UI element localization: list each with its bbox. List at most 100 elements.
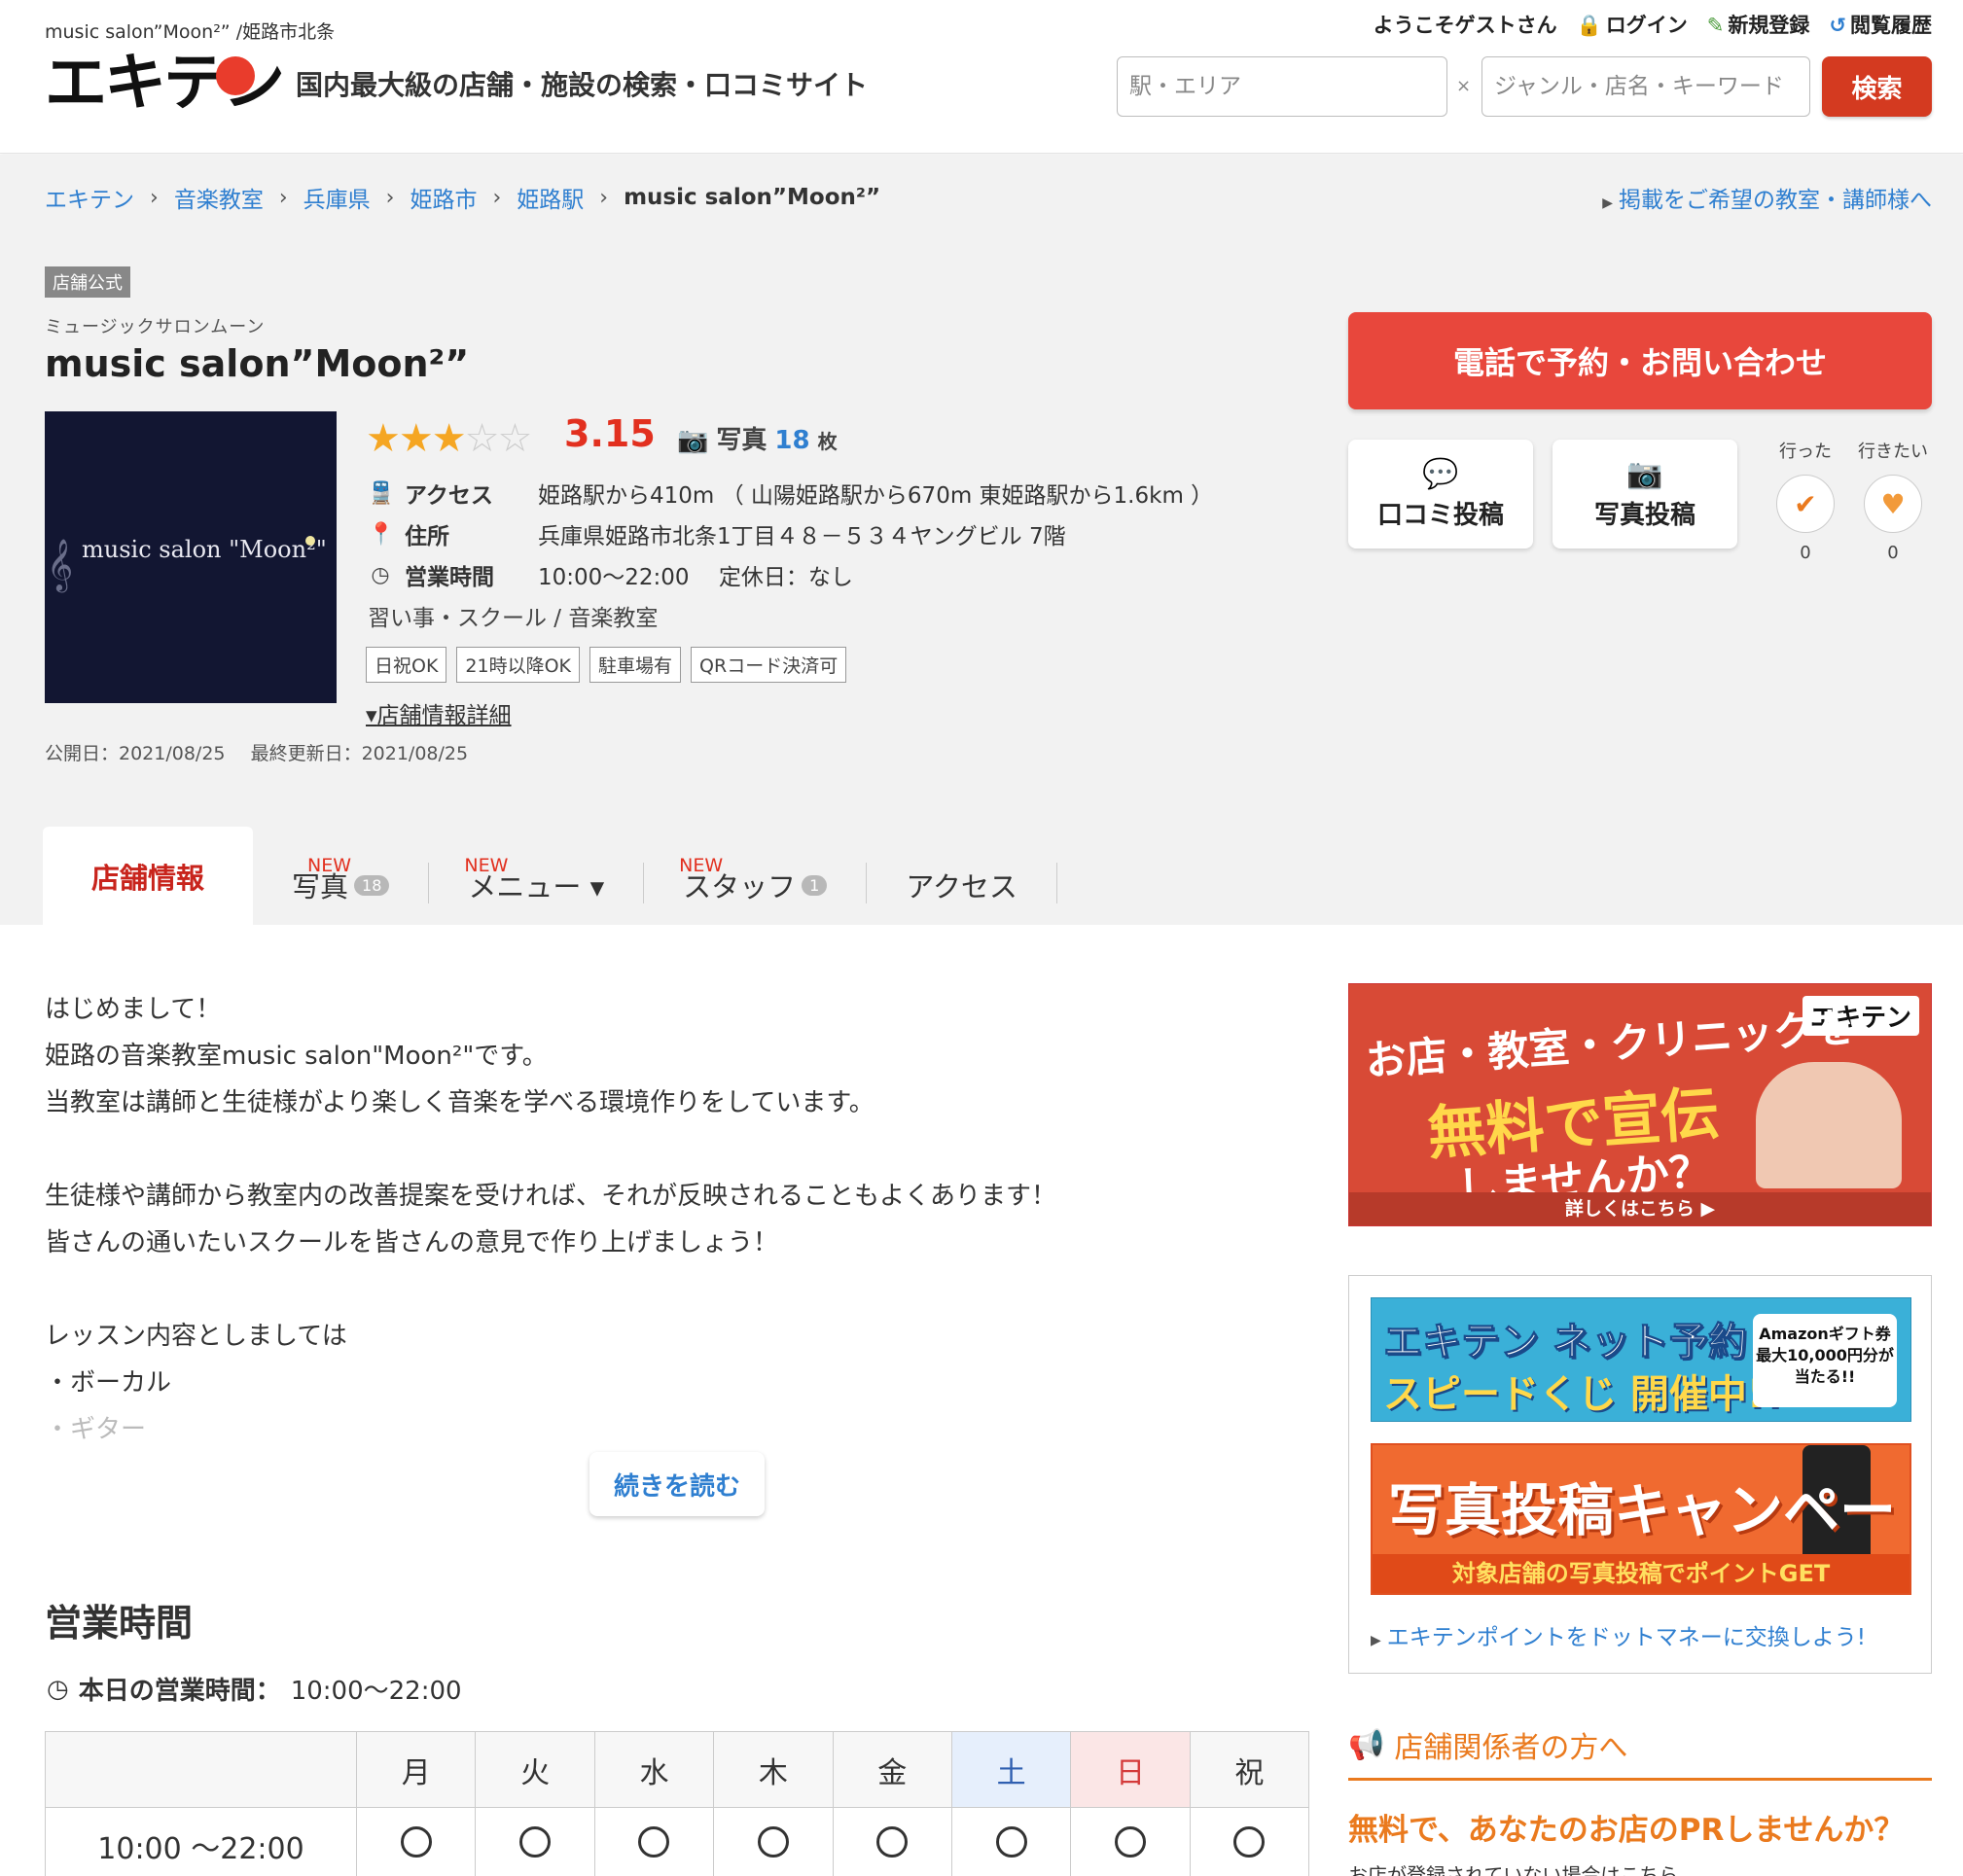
- day-header: 木: [713, 1731, 834, 1808]
- photo-count[interactable]: 📷 写真 18 枚: [677, 420, 838, 456]
- clock-icon: ◷: [371, 562, 390, 587]
- caret-down-icon: ▾: [366, 703, 377, 728]
- feature-tag: 21時以降OK: [456, 647, 581, 683]
- heart-icon[interactable]: ♥: [1864, 475, 1922, 533]
- tab-menu[interactable]: NEW メニュー ▾: [429, 845, 643, 925]
- shop-name-kana: ミュージックサロンムーン: [45, 317, 266, 337]
- star-filled-icon: ★: [366, 416, 401, 461]
- shop-tabs: 店舗情報 NEW 写真 18 NEW メニュー ▾ NEW スタッフ 1 アクセス: [43, 827, 1057, 925]
- shop-detail-toggle[interactable]: ▾店舗情報詳細: [366, 696, 512, 729]
- shop-image-text: music salon "Moon²": [82, 536, 327, 563]
- official-badge: 店舗公式: [45, 266, 130, 298]
- hours-value: 10:00〜22:00 定休日：なし: [538, 565, 853, 590]
- tab-photos[interactable]: NEW 写真 18: [253, 845, 428, 925]
- breadcrumb-link[interactable]: エキテン: [45, 181, 134, 214]
- search-button[interactable]: 検索: [1822, 56, 1932, 117]
- open-circle-icon: [876, 1825, 909, 1858]
- address-value: 兵庫県姫路市北条1丁目４８－５３４ヤングビル 7階: [538, 524, 1066, 549]
- shop-category: 習い事・スクール / 音楽教室: [368, 606, 659, 631]
- history-link[interactable]: ↺ 閲覧履歴: [1829, 10, 1932, 39]
- open-circle-icon: [757, 1825, 789, 1858]
- went-toggle[interactable]: 行った ✔ 0: [1767, 438, 1844, 563]
- open-circle-icon: [1233, 1825, 1266, 1858]
- call-reservation-button[interactable]: 電話で予約・お問い合わせ: [1348, 312, 1932, 409]
- want-count: 0: [1887, 543, 1899, 563]
- breadcrumb-link[interactable]: 音楽教室: [174, 181, 264, 214]
- hours-section-title: 営業時間: [45, 1602, 194, 1645]
- site-header: music salon”Moon²” /姫路市北条 エキテン 国内最大級の店舗・…: [0, 0, 1963, 154]
- hours-row: ◷ 営業時間 10:00〜22:00 定休日：なし: [368, 558, 853, 591]
- rating-stars: ★★★☆☆: [366, 416, 532, 461]
- open-circle-icon: [638, 1825, 670, 1858]
- breadcrumb-link[interactable]: 姫路駅: [517, 181, 584, 214]
- feature-tag: 日祝OK: [366, 647, 447, 683]
- photo-count-number: 18: [774, 426, 810, 455]
- net-reservation-lottery-banner[interactable]: エキテン ネット予約 スピードくじ 開催中!! Amazonギフト券 最大10,…: [1371, 1297, 1911, 1422]
- day-header: 土: [950, 1731, 1072, 1808]
- read-more-button[interactable]: 続きを読む: [589, 1452, 765, 1516]
- owners-note[interactable]: お店が登録されていない場合はこちら: [1348, 1859, 1678, 1876]
- map-pin-icon: 📍: [368, 521, 395, 547]
- moon-icon: [305, 536, 315, 546]
- table-row: 10:00 〜22:00: [45, 1807, 1310, 1876]
- day-header: 祝: [1189, 1731, 1310, 1808]
- shop-intro: はじめまして！ 姫路の音楽教室music salon"Moon²"です。 当教室…: [45, 995, 1057, 1444]
- feature-tag: QRコード決済可: [691, 647, 847, 683]
- shop-image[interactable]: 𝄞 music salon "Moon²": [45, 411, 337, 703]
- checkmark-icon[interactable]: ✔: [1776, 475, 1835, 533]
- site-tagline: 国内最大級の店舗・施設の検索・口コミサイト: [296, 69, 869, 101]
- point-exchange-link[interactable]: ▶ エキテンポイントをドットマネーに交換しよう!: [1371, 1618, 1866, 1651]
- feature-tag: 駐車場有: [589, 647, 682, 683]
- star-filled-icon: ★: [431, 416, 467, 461]
- listing-request-link[interactable]: ▶ 掲載をご希望の教室・講師様へ: [1602, 181, 1932, 214]
- post-review-button[interactable]: 💬 口コミ投稿: [1348, 440, 1533, 549]
- day-header: 月: [355, 1731, 477, 1808]
- star-empty-icon: ☆: [497, 416, 532, 461]
- camera-icon: 📷: [677, 426, 709, 455]
- clock-icon: ◷: [47, 1674, 69, 1704]
- published-date: 公開日：2021/08/25: [45, 743, 226, 764]
- breadcrumb-link[interactable]: 姫路市: [410, 181, 477, 214]
- search-separator: ×: [1456, 76, 1472, 96]
- owners-pr-heading: 無料で、あなたのお店のPRしませんか？: [1348, 1813, 1905, 1848]
- address-row: 📍 住所 兵庫県姫路市北条1丁目４８－５３４ヤングビル 7階: [368, 517, 1066, 550]
- feature-tags: 日祝OK 21時以降OK 駐車場有 QRコード決済可: [366, 647, 847, 683]
- free-advertising-banner[interactable]: エキテン お店・教室・クリニックを 無料で宣伝 しませんか？ 詳しくはこちら ▶: [1348, 983, 1932, 1226]
- day-header: 火: [475, 1731, 595, 1808]
- keyword-search-input[interactable]: ジャンル・店名・キーワード: [1481, 56, 1810, 117]
- open-circle-icon: [1114, 1825, 1146, 1858]
- speech-bubble-icon: 💬: [1422, 457, 1459, 491]
- register-link[interactable]: ✎ 新規登録: [1707, 10, 1810, 39]
- train-icon: 🚆: [368, 480, 395, 506]
- photo-campaign-banner[interactable]: 写真投稿キャンペーン 対象店舗の写真投稿でポイントGET: [1371, 1443, 1911, 1595]
- day-header: 水: [593, 1731, 715, 1808]
- station-search-input[interactable]: 駅・エリア: [1117, 56, 1447, 117]
- breadcrumb-link[interactable]: 兵庫県: [303, 181, 371, 214]
- tab-staff[interactable]: NEW スタッフ 1: [644, 845, 866, 925]
- tab-access[interactable]: アクセス: [867, 845, 1056, 925]
- pencil-icon: ✎: [1706, 14, 1725, 37]
- updated-date: 最終更新日：2021/08/25: [250, 743, 469, 764]
- breadcrumb-current: music salon”Moon²”: [624, 185, 881, 210]
- shop-name: music salon”Moon²”: [45, 342, 470, 385]
- hours-table: 月 火 水 木 金 土 日 祝 10:00 〜22:00: [45, 1731, 1310, 1876]
- open-circle-icon: [995, 1825, 1027, 1858]
- today-hours: ◷ 本日の営業時間： 10:00〜22:00: [47, 1674, 462, 1707]
- access-value: 姫路駅から410m （ 山陽姫路駅から670m 東姫路駅から1.6km ）: [538, 483, 1214, 509]
- hours-table-header: 月 火 水 木 金 土 日 祝: [45, 1731, 1310, 1808]
- site-logo[interactable]: エキテン: [45, 51, 285, 117]
- access-row: 🚆 アクセス 姫路駅から410m （ 山陽姫路駅から670m 東姫路駅から1.6k…: [368, 477, 1213, 510]
- login-link[interactable]: 🔒 ログイン: [1577, 10, 1688, 39]
- people-illustration: [1756, 1062, 1902, 1188]
- campaign-box: エキテン ネット予約 スピードくじ 開催中!! Amazonギフト券 最大10,…: [1348, 1275, 1932, 1674]
- lock-icon: 🔒: [1576, 14, 1602, 37]
- triangle-right-icon: ▶: [1602, 195, 1613, 211]
- day-header: 日: [1070, 1731, 1191, 1808]
- user-links: ようこそゲストさん 🔒 ログイン ✎ 新規登録 ↺ 閲覧履歴: [1374, 10, 1932, 39]
- page-small-title: music salon”Moon²” /姫路市北条: [45, 21, 336, 43]
- star-filled-icon: ★: [398, 416, 434, 461]
- tab-divider: [1055, 863, 1057, 903]
- tab-shop-info[interactable]: 店舗情報: [43, 827, 253, 925]
- post-photo-button[interactable]: 📷 写真投稿: [1553, 440, 1737, 549]
- want-toggle[interactable]: 行きたい ♥ 0: [1854, 438, 1932, 563]
